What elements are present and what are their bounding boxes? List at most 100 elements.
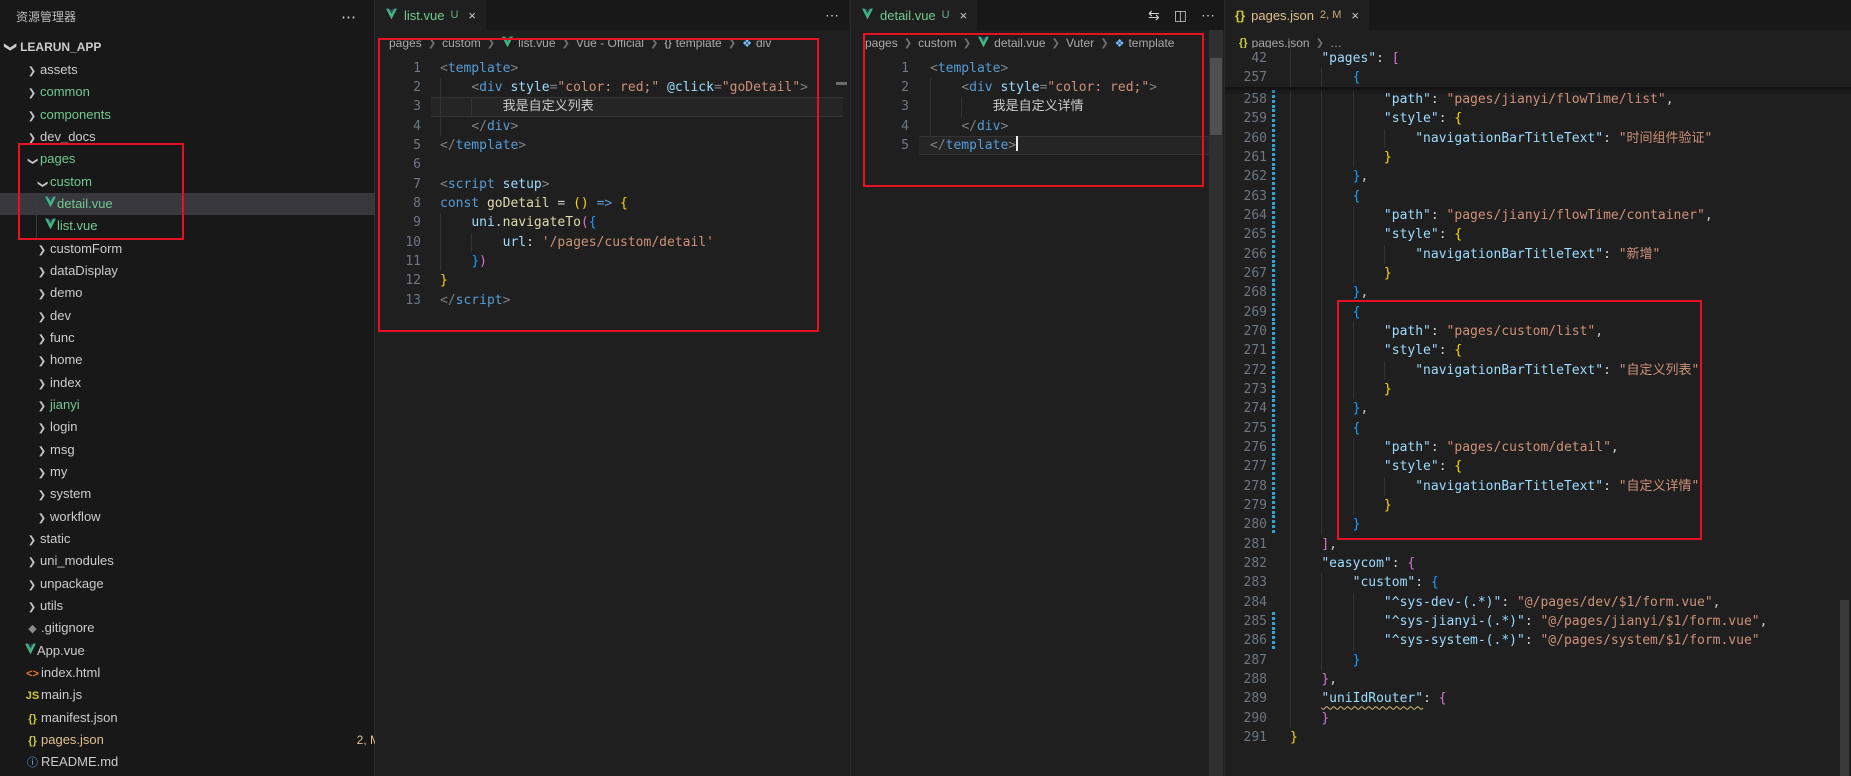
code-line[interactable]: 257 {	[1225, 68, 1851, 87]
code-line[interactable]: 5</template>	[851, 136, 1225, 155]
code-line[interactable]: 4 </div>	[375, 117, 849, 136]
code-line[interactable]: 3 我是自定义列表	[375, 97, 849, 116]
tree-item-App.vue[interactable]: App.vue	[0, 640, 398, 662]
tree-item-label: pages.json	[41, 732, 104, 747]
tree-item-index[interactable]: ❯index	[0, 372, 408, 394]
code-line[interactable]: 273 }	[1225, 380, 1851, 399]
code-line[interactable]: 6	[375, 155, 849, 174]
code-line[interactable]: 3 我是自定义详情	[851, 97, 1225, 116]
code-line[interactable]: 282 "easycom": {	[1225, 554, 1851, 573]
tree-item-uni_modules[interactable]: ❯uni_modules	[0, 550, 398, 572]
tree-item-demo[interactable]: ❯demo	[0, 282, 408, 304]
detail-editor-scrollbar-thumb[interactable]	[1210, 58, 1222, 135]
code-line[interactable]: 7<script setup>	[375, 175, 849, 194]
code-line[interactable]: 284 "^sys-dev-(.*)": "@/pages/dev/$1/for…	[1225, 593, 1851, 612]
code-line[interactable]: 267 }	[1225, 264, 1851, 283]
code-line[interactable]: 279 }	[1225, 496, 1851, 515]
code-line[interactable]: 1<template>	[375, 59, 849, 78]
code-line[interactable]: 269 {	[1225, 303, 1851, 322]
tree-item-pages[interactable]: ❯pages●	[0, 148, 398, 170]
tree-item-login[interactable]: ❯login	[0, 416, 408, 438]
code-line[interactable]: 1<template>	[851, 59, 1225, 78]
code-line[interactable]: 289 "uniIdRouter": {	[1225, 689, 1851, 708]
vue-icon	[24, 643, 37, 658]
code-line[interactable]: 265 "style": {	[1225, 225, 1851, 244]
pages-json-scrollbar-thumb[interactable]	[1840, 600, 1849, 776]
code-line[interactable]: 285 "^sys-jianyi-(.*)": "@/pages/jianyi/…	[1225, 612, 1851, 631]
tree-item-components[interactable]: ❯components●	[0, 104, 398, 126]
code-line[interactable]: 264 "path": "pages/jianyi/flowTime/conta…	[1225, 206, 1851, 225]
code-line[interactable]: 8const goDetail = () => {	[375, 194, 849, 213]
detail-editor-scrollbar[interactable]	[1209, 30, 1223, 776]
tree-item-func[interactable]: ❯func	[0, 327, 408, 349]
tree-item-main.js[interactable]: JSmain.js	[0, 684, 398, 706]
tree-item-msg[interactable]: ❯msg	[0, 439, 408, 461]
tree-item-dev[interactable]: ❯dev	[0, 305, 408, 327]
tree-item-my[interactable]: ❯my	[0, 461, 408, 483]
code-line[interactable]: 9 uni.navigateTo({	[375, 213, 849, 232]
code-line[interactable]: 277 "style": {	[1225, 457, 1851, 476]
code-line[interactable]: 286 "^sys-system-(.*)": "@/pages/system/…	[1225, 631, 1851, 650]
code-line[interactable]: 291}	[1225, 728, 1851, 747]
code-line[interactable]: 281 ],	[1225, 535, 1851, 554]
tree-item-.gitignore[interactable]: ◆.gitignore	[0, 617, 398, 639]
tree-item-pages.json[interactable]: {}pages.json2, M	[0, 729, 398, 751]
code-line[interactable]: 274 },	[1225, 399, 1851, 418]
tree-item-home[interactable]: ❯home	[0, 349, 408, 371]
tree-item-label: detail.vue	[57, 196, 113, 211]
tree-item-static[interactable]: ❯static	[0, 528, 398, 550]
code-area[interactable]: 1<template>2 <div style="color: red;" @c…	[375, 0, 849, 776]
tree-item-dataDisplay[interactable]: ❯dataDisplay	[0, 260, 408, 282]
code-line[interactable]: 261 }	[1225, 148, 1851, 167]
code-line[interactable]: 278 "navigationBarTitleText": "自定义详情"	[1225, 477, 1851, 496]
tree-item-system[interactable]: ❯system	[0, 483, 408, 505]
code-line[interactable]: 262 },	[1225, 167, 1851, 186]
tree-item-utils[interactable]: ❯utils	[0, 595, 398, 617]
workspace-root-header[interactable]: ❯LEARUN_APP	[0, 36, 374, 58]
tree-item-jianyi[interactable]: ❯jianyi●	[0, 394, 408, 416]
tree-item-assets[interactable]: ❯assets	[0, 59, 398, 81]
tree-item-customForm[interactable]: ❯customForm	[0, 238, 408, 260]
code-line[interactable]: 263 {	[1225, 187, 1851, 206]
sticky-scroll[interactable]: 42 "pages": [257 {	[1225, 48, 1851, 87]
code-line[interactable]: 42 "pages": [	[1225, 49, 1851, 68]
tree-item-dev_docs[interactable]: ❯dev_docs	[0, 126, 398, 148]
code-line[interactable]: 12}	[375, 271, 849, 290]
code-line[interactable]: 272 "navigationBarTitleText": "自定义列表"	[1225, 361, 1851, 380]
git-modified-gutter	[1272, 477, 1275, 496]
code-line[interactable]: 270 "path": "pages/custom/list",	[1225, 322, 1851, 341]
tree-item-unpackage[interactable]: ❯unpackage	[0, 573, 398, 595]
code-line[interactable]: 280 }	[1225, 515, 1851, 534]
code-line[interactable]: 11 })	[375, 252, 849, 271]
code-line[interactable]: 2 <div style="color: red;" @click="goDet…	[375, 78, 849, 97]
code-line[interactable]: 266 "navigationBarTitleText": "新增"	[1225, 245, 1851, 264]
code-line[interactable]: 10 url: '/pages/custom/detail'	[375, 233, 849, 252]
code-area[interactable]: 1<template>2 <div style="color: red;">3 …	[851, 0, 1225, 776]
code-line[interactable]: 259 "style": {	[1225, 109, 1851, 128]
code-line[interactable]: 275 {	[1225, 419, 1851, 438]
tree-item-list.vue[interactable]: list.vueU	[0, 215, 418, 237]
tree-item-index.html[interactable]: <>index.html	[0, 662, 398, 684]
code-line[interactable]: 2 <div style="color: red;">	[851, 78, 1225, 97]
code-area[interactable]: 258 "path": "pages/jianyi/flowTime/list"…	[1225, 0, 1851, 776]
explorer-more-icon[interactable]: ⋯	[341, 0, 356, 35]
code-line[interactable]: 287 }	[1225, 651, 1851, 670]
code-line[interactable]: 276 "path": "pages/custom/detail",	[1225, 438, 1851, 457]
code-line[interactable]: 290 }	[1225, 709, 1851, 728]
line-number: 4	[375, 117, 421, 136]
tree-item-custom[interactable]: ❯custom●	[0, 171, 408, 193]
code-line[interactable]: 13</script>	[375, 291, 849, 310]
code-line[interactable]: 260 "navigationBarTitleText": "时间组件验证"	[1225, 129, 1851, 148]
code-line[interactable]: 283 "custom": {	[1225, 573, 1851, 592]
git-modified-gutter	[1272, 322, 1275, 341]
tree-item-common[interactable]: ❯common●	[0, 81, 398, 103]
code-line[interactable]: 5</template>	[375, 136, 849, 155]
code-line[interactable]: 271 "style": {	[1225, 341, 1851, 360]
tree-item-detail.vue[interactable]: detail.vueU	[0, 193, 418, 215]
tree-item-README.md[interactable]: ⓘREADME.md	[0, 751, 398, 773]
code-line[interactable]: 288 },	[1225, 670, 1851, 689]
tree-item-workflow[interactable]: ❯workflow	[0, 506, 408, 528]
tree-item-manifest.json[interactable]: {}manifest.json	[0, 707, 398, 729]
code-line[interactable]: 4 </div>	[851, 117, 1225, 136]
code-line[interactable]: 268 },	[1225, 283, 1851, 302]
